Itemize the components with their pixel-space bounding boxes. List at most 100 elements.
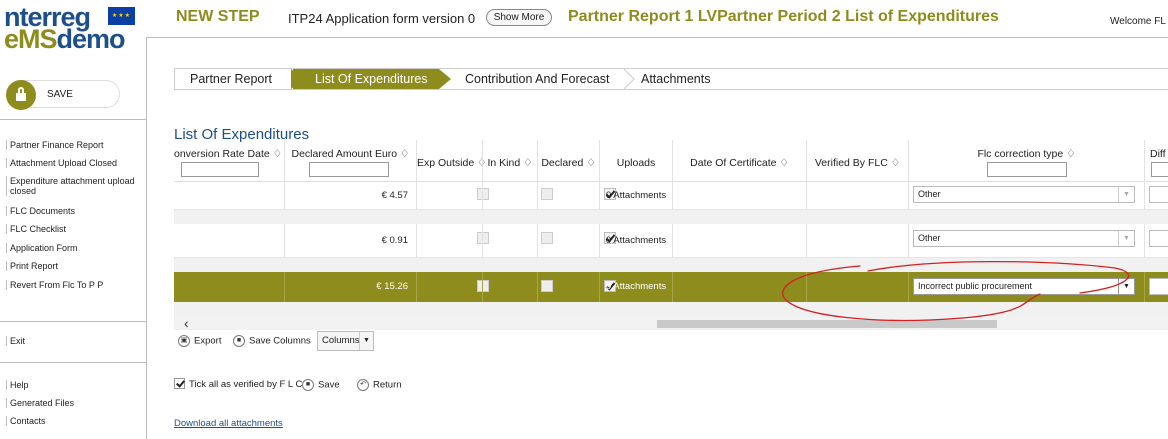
flc-correction-cell: Other ▼ xyxy=(908,224,1144,257)
column-header-label: onversion Rate Date ♢ xyxy=(174,148,283,160)
eu-flag-icon: ★★★ xyxy=(108,7,135,25)
filter-conversion-rate-date[interactable] xyxy=(181,162,259,177)
tab-contribution-and-forecast[interactable]: Contribution And Forecast xyxy=(465,69,625,89)
export-icon: ▣ xyxy=(178,335,190,347)
horizontal-scrollbar[interactable]: ‹ xyxy=(174,315,1168,331)
sidebar-item-flc-checklist[interactable]: FLC Checklist xyxy=(6,224,140,234)
flc-correction-select[interactable]: Other ▼ xyxy=(913,186,1135,203)
table-cell xyxy=(174,224,284,257)
uploads-cell[interactable]: 0 Attachments xyxy=(599,224,672,257)
declared-cell xyxy=(537,224,616,257)
column-header-verified-by-flc[interactable]: Verified By FLC ♢ xyxy=(806,140,908,182)
sidebar-item-label: Expenditure attachment upload xyxy=(10,176,135,186)
sidebar-separator xyxy=(0,362,146,363)
filter-diff[interactable] xyxy=(1151,162,1168,177)
column-header-label: In Kind ♢ xyxy=(487,157,533,169)
columns-label: Columns xyxy=(322,335,360,346)
return-button[interactable]: ↶ Return xyxy=(357,379,402,391)
sidebar-separator xyxy=(0,321,146,322)
sidebar-item-application-form[interactable]: Application Form xyxy=(6,243,140,253)
column-header-date-of-certificate[interactable]: Date Of Certificate ♢ xyxy=(672,140,806,182)
verified-cell xyxy=(806,182,908,209)
sidebar-item-help[interactable]: Help xyxy=(6,380,140,390)
column-header-conversion-rate-date[interactable]: onversion Rate Date ♢ xyxy=(174,140,284,182)
column-header-declared[interactable]: Declared ♢ xyxy=(537,140,599,182)
flc-correction-select[interactable]: Incorrect public procurement ▼ xyxy=(913,278,1135,295)
export-label: Export xyxy=(194,335,222,347)
interreg-ems-logo[interactable]: nterreg ★★★ eMSdemo xyxy=(4,4,139,53)
sidebar-item-contacts[interactable]: Contacts xyxy=(6,416,140,426)
column-header-flc-correction-type[interactable]: Flc correction type ♢ xyxy=(908,140,1144,182)
diff-cell xyxy=(1144,182,1168,209)
welcome-user: Welcome FL xyxy=(1110,16,1166,27)
tick-all-checkbox[interactable] xyxy=(174,378,185,389)
show-more-button[interactable]: Show More xyxy=(486,9,552,26)
sidebar-item-revert-from-flc[interactable]: Revert From Flc To P P xyxy=(6,280,140,290)
column-header-label: Flc correction type ♢ xyxy=(977,148,1076,160)
save-button[interactable]: SAVE xyxy=(6,80,120,110)
disk-icon: ■ xyxy=(233,335,245,347)
column-header-diff[interactable]: Diff xyxy=(1144,140,1168,182)
download-all-attachments-link[interactable]: Download all attachments xyxy=(174,418,283,429)
column-header-label: Exp Outside ♢ xyxy=(417,157,487,169)
columns-dropdown[interactable]: Columns ▼ xyxy=(317,331,374,351)
save-action-button[interactable]: ■ Save xyxy=(302,379,340,391)
in-kind-cell xyxy=(482,182,553,209)
tick-all-label[interactable]: Tick all as verified by F L C xyxy=(189,379,302,390)
tab-list-of-expenditures[interactable]: List Of Expenditures xyxy=(293,69,439,89)
diff-input[interactable] xyxy=(1149,230,1168,247)
column-header-declared-amount-euro[interactable]: Declared Amount Euro ♢ xyxy=(284,140,416,182)
table-row[interactable]: € 0.91 0 Attachments Other ▼ xyxy=(174,224,1168,258)
table-row-selected[interactable]: € 15.26 0 Attachments Incorrect public p… xyxy=(174,272,1168,302)
return-label: Return xyxy=(373,379,402,391)
filter-flc-correction-type[interactable] xyxy=(987,162,1067,177)
column-header-label: Date Of Certificate ♢ xyxy=(690,157,789,169)
column-header-label: Verified By FLC ♢ xyxy=(814,157,901,169)
in-kind-cell xyxy=(482,272,553,302)
amount-cell: € 0.91 xyxy=(284,224,416,257)
scroll-left-arrow-icon[interactable]: ‹ xyxy=(184,315,189,331)
amount-cell: € 15.26 xyxy=(284,272,416,302)
tab-separator-icon xyxy=(624,69,635,89)
verified-cell xyxy=(806,224,908,257)
sidebar-item-flc-documents[interactable]: FLC Documents xyxy=(6,206,140,216)
row-spacer xyxy=(174,302,1168,318)
flc-correction-select[interactable]: Other ▼ xyxy=(913,230,1135,247)
exp-outside-cell xyxy=(416,182,489,209)
tab-attachments[interactable]: Attachments xyxy=(641,69,741,89)
column-header-label: Declared Amount Euro ♢ xyxy=(291,148,410,160)
amount-cell: € 4.57 xyxy=(284,182,416,209)
sidebar-item-exit[interactable]: Exit xyxy=(6,336,140,346)
sidebar-item-generated-files[interactable]: Generated Files xyxy=(6,398,140,408)
declared-cell xyxy=(537,272,616,302)
sidebar-item-attachment-upload-closed[interactable]: Attachment Upload Closed xyxy=(6,158,140,168)
table-row[interactable]: € 4.57 0 Attachments Other ▼ xyxy=(174,182,1168,210)
uploads-cell[interactable]: 0 Attachments xyxy=(599,182,672,209)
tab-partner-report[interactable]: Partner Report xyxy=(190,69,292,89)
report-tabs: Partner Report List Of Expenditures Cont… xyxy=(174,68,1168,90)
sidebar-item-print-report[interactable]: Print Report xyxy=(6,261,140,271)
date-of-certificate-cell xyxy=(672,182,806,209)
page-title: Partner Report 1 LVPartner Period 2 List… xyxy=(568,8,999,25)
filter-declared-amount[interactable] xyxy=(309,162,389,177)
logo-ems: eMS xyxy=(4,24,58,54)
column-header-exp-outside[interactable]: Exp Outside ♢ xyxy=(416,140,487,182)
column-header-uploads: Uploads xyxy=(599,140,672,182)
diff-cell xyxy=(1144,272,1168,302)
top-bar: nterreg ★★★ eMSdemo NEW STEP ITP24 Appli… xyxy=(0,0,1168,53)
save-columns-button[interactable]: ■ Save Columns xyxy=(233,335,311,347)
save-button-label: SAVE xyxy=(47,89,73,100)
row-spacer xyxy=(174,258,1168,272)
diff-input[interactable] xyxy=(1149,278,1168,295)
column-header-in-kind[interactable]: In Kind ♢ xyxy=(482,140,537,182)
export-button[interactable]: ▣ Export xyxy=(178,335,221,347)
sidebar-separator xyxy=(0,119,146,120)
sidebar-item-partner-finance-report[interactable]: Partner Finance Report xyxy=(6,140,140,150)
scrollbar-thumb[interactable] xyxy=(657,320,997,328)
column-header-label: Declared ♢ xyxy=(541,157,596,169)
lock-icon xyxy=(6,80,36,110)
uploads-cell[interactable]: 0 Attachments xyxy=(599,272,672,302)
sidebar-item-expenditure-attachment-upload-closed[interactable]: Expenditure attachment upload closed xyxy=(6,176,140,196)
exp-outside-cell xyxy=(416,272,489,302)
diff-input[interactable] xyxy=(1149,186,1168,203)
